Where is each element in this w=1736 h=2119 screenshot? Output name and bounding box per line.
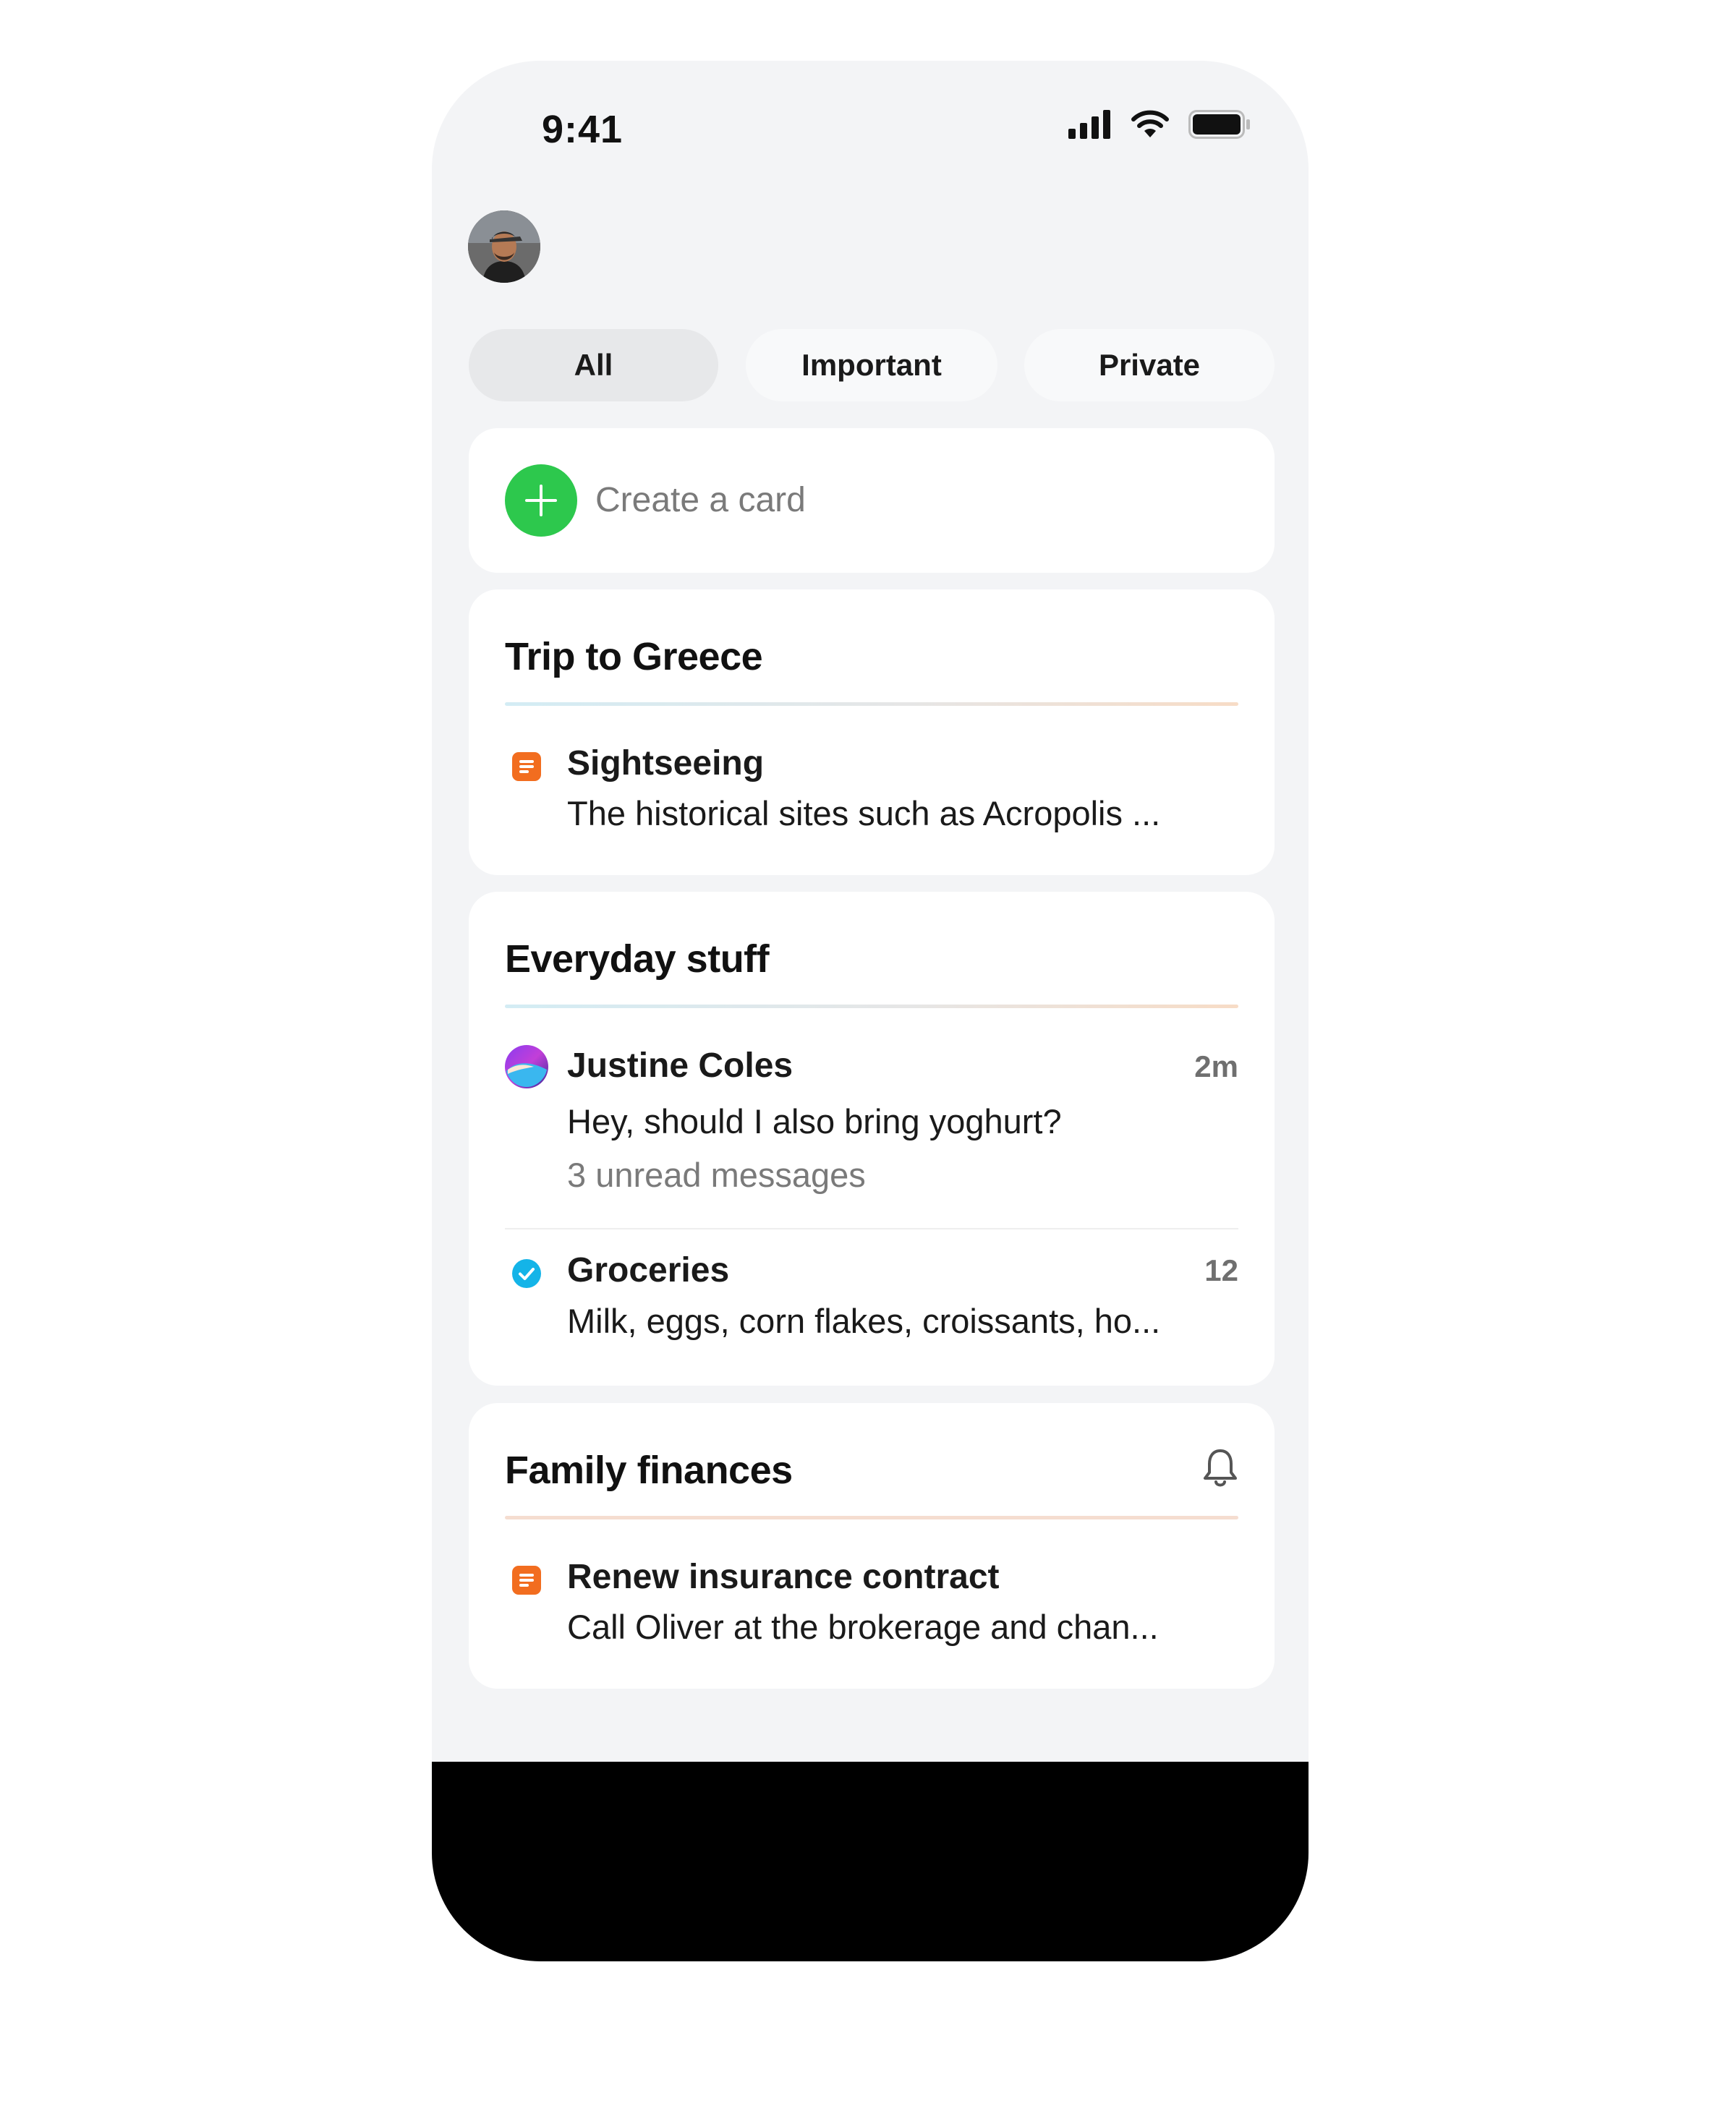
card-divider — [505, 702, 1238, 706]
item-timestamp: 2m — [1194, 1049, 1238, 1083]
avatar[interactable] — [468, 210, 540, 283]
item-title: Justine Coles — [567, 1046, 793, 1085]
card-title: Trip to Greece — [505, 635, 763, 678]
contact-avatar — [505, 1045, 548, 1088]
card-trip-to-greece[interactable]: Trip to Greece Sightseeing The historica… — [469, 589, 1275, 875]
plus-icon — [505, 464, 577, 537]
note-icon — [512, 1566, 541, 1595]
filter-tabs: All Important Private — [469, 329, 1275, 401]
status-time: 9:41 — [542, 108, 624, 151]
item-subtitle: Hey, should I also bring yoghurt? — [567, 1102, 1062, 1140]
tab-all[interactable]: All — [469, 329, 718, 401]
tab-private[interactable]: Private — [1024, 329, 1275, 401]
tab-important[interactable]: Important — [746, 329, 997, 401]
phone-screen: 9:41 All Important Private Create a card… — [432, 61, 1309, 1961]
item-title: Groceries — [567, 1251, 730, 1289]
bell-icon[interactable] — [1202, 1448, 1238, 1488]
card-title: Family finances — [505, 1449, 793, 1492]
phone-bottom-bar — [432, 1762, 1309, 1961]
battery-icon — [1188, 110, 1250, 139]
create-card-button[interactable]: Create a card — [469, 428, 1275, 573]
card-everyday-stuff[interactable]: Everyday stuff Justine Coles 2m Hey, sho… — [469, 892, 1275, 1386]
status-icons — [1068, 110, 1251, 139]
note-icon — [512, 752, 541, 781]
item-title: Sightseeing — [567, 744, 765, 783]
card-family-finances[interactable]: Family finances Renew insurance contract… — [469, 1403, 1275, 1689]
item-subtitle: Milk, eggs, corn flakes, croissants, ho.… — [567, 1302, 1161, 1340]
user-photo-icon — [468, 210, 540, 283]
item-subtitle: Call Oliver at the brokerage and chan... — [567, 1608, 1159, 1646]
item-count: 12 — [1204, 1253, 1238, 1287]
item-subtitle: The historical sites such as Acropolis .… — [567, 794, 1161, 832]
wifi-icon — [1131, 110, 1169, 137]
item-title: Renew insurance contract — [567, 1558, 1000, 1596]
row-divider — [505, 1228, 1238, 1229]
create-card-label: Create a card — [595, 481, 806, 519]
card-divider — [505, 1516, 1238, 1519]
check-circle-icon — [512, 1259, 541, 1288]
unread-count: 3 unread messages — [567, 1156, 866, 1194]
card-divider — [505, 1005, 1238, 1008]
status-bar: 9:41 — [432, 61, 1309, 191]
signal-icon — [1068, 110, 1110, 139]
card-title: Everyday stuff — [505, 937, 770, 981]
